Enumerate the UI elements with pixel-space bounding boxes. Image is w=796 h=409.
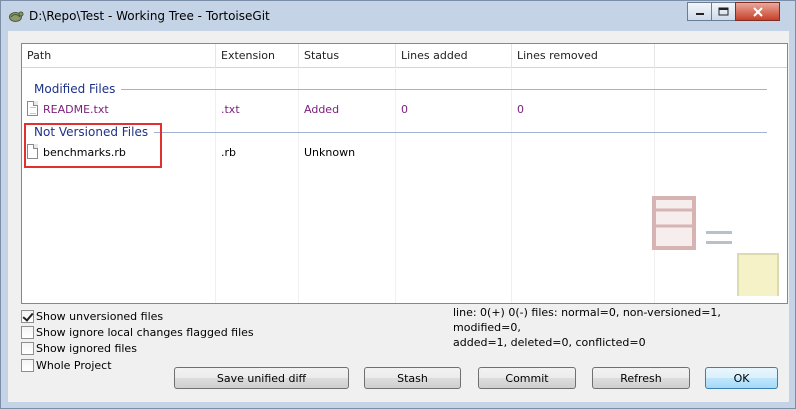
option-label: Show unversioned files	[36, 309, 164, 323]
column-path[interactable]: Path	[22, 44, 216, 68]
file-extension: .rb	[221, 146, 237, 159]
file-status: Added	[304, 103, 340, 116]
save-unified-diff-button[interactable]: Save unified diff	[174, 367, 349, 389]
checkbox-checked[interactable]	[21, 309, 34, 323]
window-title: D:\Repo\Test - Working Tree - TortoiseGi…	[29, 9, 270, 23]
lines-added: 0	[401, 103, 408, 116]
option-label: Show ignored files	[36, 341, 137, 355]
file-status: Unknown	[304, 146, 356, 159]
refresh-button[interactable]: Refresh	[592, 367, 690, 389]
status-summary: line: 0(+) 0(-) files: normal=0, non-ver…	[453, 305, 773, 350]
group-title: Modified Files	[34, 82, 116, 96]
main-window: D:\Repo\Test - Working Tree - TortoiseGi…	[0, 0, 796, 409]
minimize-icon	[695, 12, 704, 15]
group-header-modified[interactable]: Modified Files	[22, 80, 787, 98]
column-extension[interactable]: Extension	[216, 44, 299, 68]
dialog-client-area: Path Extension Status Lines added Lines …	[8, 31, 789, 402]
status-line: added=1, deleted=0, conflicted=0	[453, 336, 646, 349]
group-separator	[154, 131, 767, 133]
diff-watermark-icon	[652, 196, 779, 296]
close-icon	[752, 6, 763, 17]
status-line: line: 0(+) 0(-) files: normal=0, non-ver…	[453, 306, 721, 334]
commit-button[interactable]: Commit	[478, 367, 576, 389]
text-file-icon	[27, 101, 38, 116]
file-list[interactable]: Path Extension Status Lines added Lines …	[21, 43, 788, 304]
maximize-button[interactable]	[711, 2, 736, 21]
option-label: Show ignore local changes flagged files	[36, 325, 254, 339]
title-bar[interactable]: D:\Repo\Test - Working Tree - TortoiseGi…	[1, 1, 795, 31]
file-extension: .txt	[221, 103, 240, 116]
ok-button[interactable]: OK	[705, 367, 778, 389]
column-lines-removed[interactable]: Lines removed	[512, 44, 655, 68]
close-button[interactable]	[735, 2, 780, 21]
caption-buttons	[687, 2, 780, 21]
option-label: Whole Project	[36, 358, 112, 372]
tortoisegit-icon	[7, 7, 24, 24]
show-ignore-local-changes-checkbox[interactable]: Show ignore local changes flagged files	[21, 324, 254, 340]
checkbox[interactable]	[21, 358, 34, 372]
maximize-icon	[718, 7, 729, 16]
highlight-box	[24, 123, 162, 168]
column-header: Path Extension Status Lines added Lines …	[22, 44, 787, 68]
group-separator	[121, 88, 767, 90]
stash-button[interactable]: Stash	[364, 367, 461, 389]
lines-removed: 0	[517, 103, 524, 116]
file-path: README.txt	[43, 103, 109, 116]
column-status[interactable]: Status	[299, 44, 396, 68]
show-unversioned-checkbox[interactable]: Show unversioned files	[21, 308, 241, 324]
checkbox[interactable]	[21, 325, 34, 339]
minimize-button[interactable]	[687, 2, 712, 21]
show-ignored-checkbox[interactable]: Show ignored files	[21, 340, 241, 356]
list-item[interactable]: README.txt .txt Added 0 0	[22, 101, 787, 119]
checkbox[interactable]	[21, 341, 34, 355]
column-lines-added[interactable]: Lines added	[396, 44, 512, 68]
